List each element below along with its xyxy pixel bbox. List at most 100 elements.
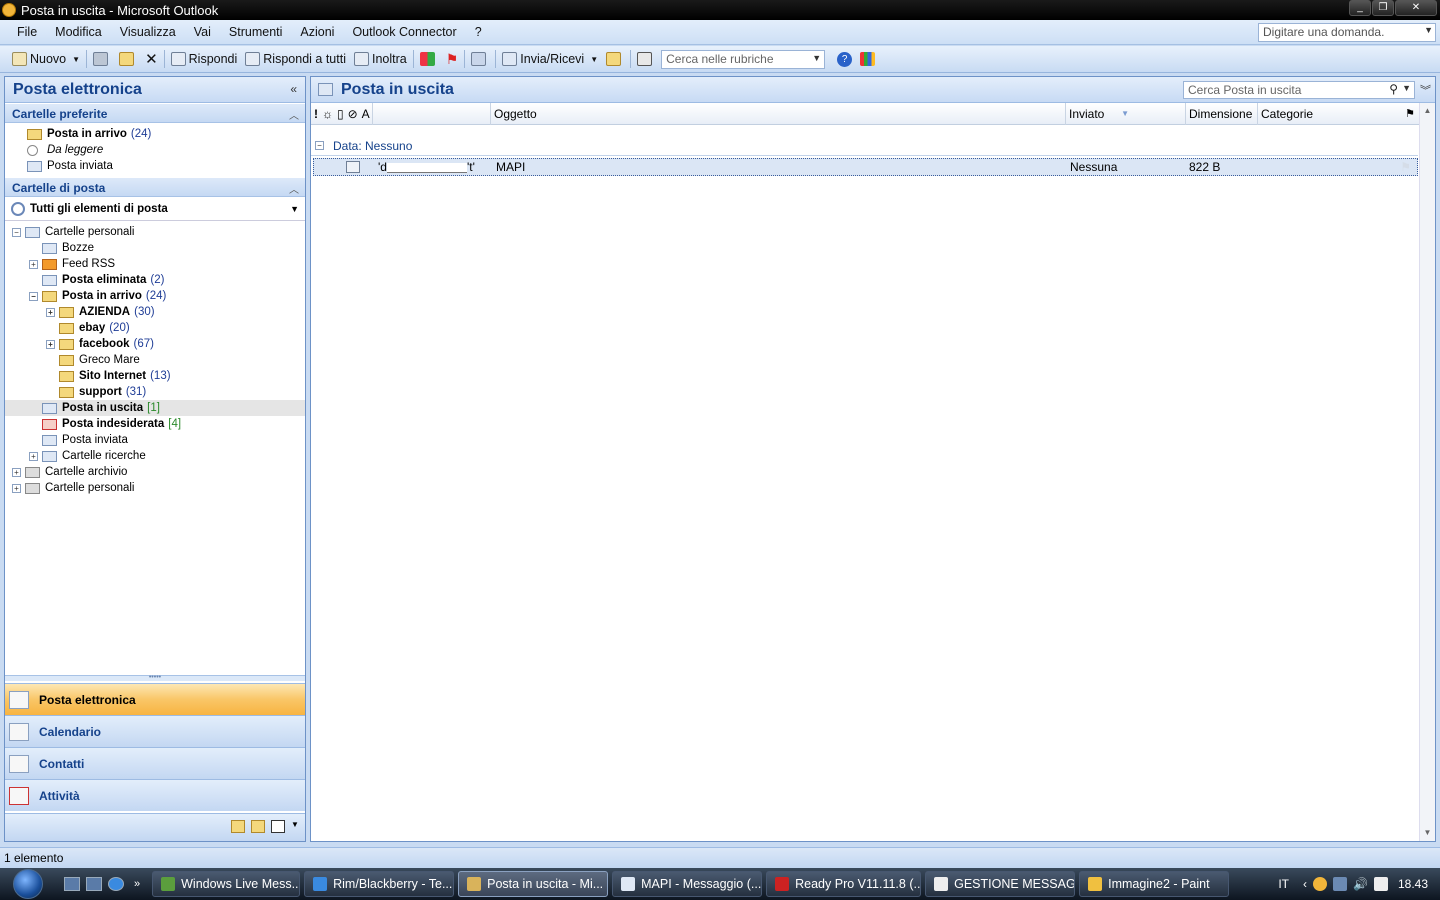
nav-button-mail[interactable]: Posta elettronica [5, 683, 305, 715]
delete-button[interactable]: ✕ [141, 48, 162, 70]
tree-item-facebook[interactable]: + facebook (67) [5, 336, 305, 352]
search-icon[interactable]: ⚲ [1389, 82, 1398, 96]
menu-modifica[interactable]: Modifica [46, 25, 111, 39]
folder-search-input[interactable]: Cerca Posta in uscita ⚲ ▼ [1183, 81, 1415, 99]
column-sent[interactable]: Inviato ▼ [1066, 102, 1186, 125]
notes-icon[interactable] [231, 820, 245, 833]
menu-file[interactable]: File [0, 25, 46, 39]
start-button[interactable] [8, 868, 48, 900]
help-button[interactable]: ? [833, 48, 856, 70]
shortcuts-icon[interactable] [271, 820, 285, 833]
move-to-folder-button[interactable] [115, 48, 141, 70]
icon-columns[interactable]: ! ☼ ▯ ⊘ A [311, 102, 373, 125]
flag-status-column-icon[interactable]: ⚑ [1405, 107, 1415, 120]
expand-icon[interactable]: + [46, 307, 55, 317]
print-button[interactable] [89, 48, 115, 70]
task-windows-live-messenger[interactable]: Windows Live Mess... [152, 871, 301, 897]
categorize-button[interactable] [416, 48, 442, 70]
forward-button[interactable]: Inoltra [350, 48, 411, 70]
vertical-scrollbar[interactable]: ▲ ▼ [1419, 103, 1435, 841]
tree-item-greco-mare[interactable]: Greco Mare [5, 352, 305, 368]
pane-resize-handle[interactable]: ••••• [5, 674, 305, 681]
tree-item-bozze[interactable]: Bozze [5, 240, 305, 256]
task-outlook[interactable]: Posta in uscita - Mi... [458, 871, 609, 897]
collapse-icon[interactable]: − [315, 141, 324, 150]
nav-button-calendar[interactable]: Calendario [5, 715, 305, 747]
menu-visualizza[interactable]: Visualizza [111, 25, 185, 39]
address-book-button[interactable] [633, 48, 659, 70]
favorite-inbox[interactable]: Posta in arrivo (24) [5, 126, 305, 142]
minimize-button[interactable]: _ [1349, 0, 1371, 16]
all-mail-items-selector[interactable]: Tutti gli elementi di posta ▼ [5, 197, 305, 221]
menu-help[interactable]: ? [466, 25, 491, 39]
quick-launch-more[interactable]: » [134, 878, 140, 890]
tree-item-posta-in-arrivo[interactable]: − Posta in arrivo (24) [5, 288, 305, 304]
tree-item-sito-internet[interactable]: Sito Internet (13) [5, 368, 305, 384]
column-subject[interactable]: Oggetto [491, 102, 1066, 125]
internet-explorer-icon[interactable] [108, 877, 124, 891]
menu-vai[interactable]: Vai [185, 25, 220, 39]
favorites-header[interactable]: Cartelle preferite ︿ [5, 103, 305, 123]
show-desktop-icon[interactable] [64, 877, 80, 891]
folder-list-icon[interactable] [251, 820, 265, 833]
clock[interactable]: 18.43 [1398, 877, 1428, 891]
dropdown-arrow-icon[interactable]: ▼ [1424, 25, 1433, 35]
show-hidden-icons-icon[interactable]: ‹ [1303, 877, 1307, 891]
ask-question-input[interactable]: Digitare una domanda. ▼ [1258, 23, 1436, 42]
dropdown-arrow-icon[interactable]: ▼ [812, 53, 821, 63]
send-receive-button[interactable]: Invia/Ricevi ▼ [498, 48, 602, 70]
scroll-up-icon[interactable]: ▲ [1420, 103, 1435, 119]
tree-item-feed-rss[interactable]: + Feed RSS [5, 256, 305, 272]
outlook-tray-icon[interactable] [1313, 877, 1328, 891]
sync-button[interactable] [467, 48, 493, 70]
tree-item-support[interactable]: support (31) [5, 384, 305, 400]
dropdown-arrow-icon[interactable]: ▼ [590, 55, 598, 64]
tree-item-cartelle-archivio[interactable]: + Cartelle archivio [5, 464, 305, 480]
menu-outlook-connector[interactable]: Outlook Connector [343, 25, 465, 39]
favorite-sent[interactable]: Posta inviata [5, 158, 305, 174]
chevron-up-icon[interactable]: ︿ [289, 181, 299, 196]
importance-icon[interactable]: ! [314, 107, 318, 121]
column-to[interactable]: A [362, 107, 370, 121]
task-gestione-messaggi[interactable]: GESTIONE MESSAG... [925, 871, 1076, 897]
expand-icon[interactable]: + [46, 339, 55, 349]
favorite-to-read[interactable]: Da leggere [5, 142, 305, 158]
tree-item-ebay[interactable]: ebay (20) [5, 320, 305, 336]
dropdown-arrow-icon[interactable]: ▼ [290, 204, 299, 214]
scroll-down-icon[interactable]: ▼ [1420, 825, 1435, 841]
reply-button[interactable]: Rispondi [167, 48, 242, 70]
nav-button-contacts[interactable]: Contatti [5, 747, 305, 779]
flag-icon[interactable]: ⚑ [1400, 160, 1411, 174]
tree-item-azienda[interactable]: + AZIENDA (30) [5, 304, 305, 320]
menu-azioni[interactable]: Azioni [291, 25, 343, 39]
column-to-spacer[interactable] [373, 102, 491, 125]
security-icon[interactable] [1373, 877, 1388, 891]
column-categories[interactable]: Categorie [1258, 103, 1418, 125]
collapse-icon[interactable]: − [12, 227, 21, 237]
dropdown-arrow-icon[interactable]: ▼ [1402, 83, 1411, 93]
tree-item-posta-indesiderata[interactable]: Posta indesiderata [4] [5, 416, 305, 432]
dropdown-arrow-icon[interactable]: ▼ [72, 55, 80, 64]
menu-strumenti[interactable]: Strumenti [220, 25, 292, 39]
configure-buttons-icon[interactable]: ▼ [291, 820, 299, 833]
task-rim-blackberry[interactable]: Rim/Blackberry - Te... [304, 871, 455, 897]
expand-icon[interactable]: + [29, 451, 38, 461]
task-paint[interactable]: Immagine2 - Paint [1079, 871, 1230, 897]
reply-all-button[interactable]: Rispondi a tutti [241, 48, 350, 70]
volume-icon[interactable]: 🔊 [1353, 877, 1368, 891]
task-mapi-message[interactable]: MAPI - Messaggio (... [612, 871, 763, 897]
network-icon[interactable] [1333, 877, 1348, 891]
task-ready-pro[interactable]: Ready Pro V11.11.8 (... [766, 871, 922, 897]
collapse-pane-icon[interactable]: « [290, 82, 297, 96]
reminder-icon[interactable]: ☼ [322, 107, 333, 121]
mail-folders-header[interactable]: Cartelle di posta ︿ [5, 177, 305, 197]
tree-item-posta-eliminata[interactable]: Posta eliminata (2) [5, 272, 305, 288]
collapse-icon[interactable]: − [29, 291, 38, 301]
language-indicator[interactable]: IT [1278, 877, 1289, 891]
address-book-search-input[interactable]: Cerca nelle rubriche ▼ [661, 49, 826, 69]
switch-windows-icon[interactable] [86, 877, 102, 891]
item-type-icon[interactable]: ▯ [337, 107, 344, 121]
expand-search-icon[interactable]: ︾ [1420, 82, 1431, 98]
chevron-up-icon[interactable]: ︿ [289, 107, 299, 122]
expand-icon[interactable]: + [29, 259, 38, 269]
